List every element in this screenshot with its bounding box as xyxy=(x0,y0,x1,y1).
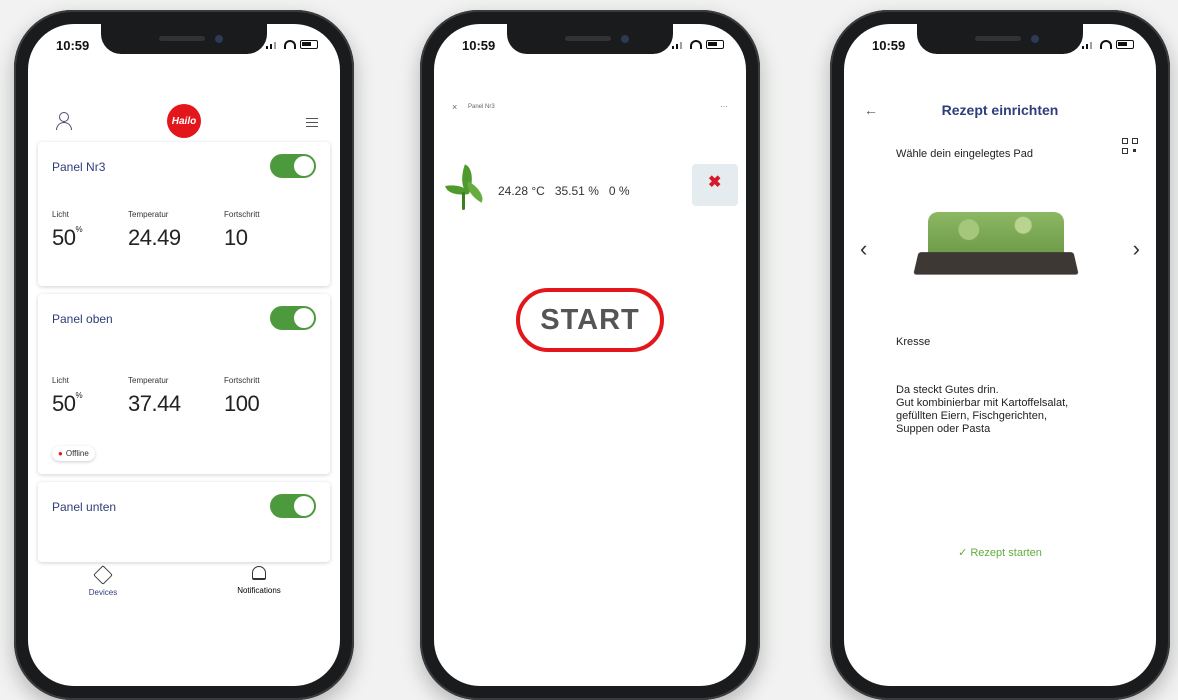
readouts: 24.28 °C 35.51 % 0 % xyxy=(498,174,630,198)
progress-readout: 0 % xyxy=(608,184,630,198)
user-icon[interactable] xyxy=(56,112,72,130)
status-bar: 10:59 xyxy=(28,38,340,58)
status-time: 10:59 xyxy=(56,38,90,53)
panel-card[interactable]: Panel Nr3 Licht 50% Temperatur 24.49 For… xyxy=(38,142,330,286)
start-recipe-button[interactable]: ✓ Rezept starten xyxy=(844,546,1156,559)
bell-icon xyxy=(252,566,266,580)
metric-progress: Fortschritt 10 xyxy=(224,210,260,250)
wifi-icon xyxy=(284,40,296,49)
metric-temperature: Temperatur 24.49 xyxy=(128,210,181,250)
status-time: 10:59 xyxy=(872,38,906,53)
status-time: 10:59 xyxy=(462,38,496,53)
panel-name: Panel Nr3 xyxy=(52,160,106,174)
metric-light: Licht 50% xyxy=(52,210,83,250)
panel-card[interactable]: Panel oben Licht 50% Temperatur 37.44 Fo… xyxy=(38,294,330,474)
panel-name: Panel unten xyxy=(52,500,117,514)
battery-icon xyxy=(300,40,318,49)
signal-icon xyxy=(672,41,686,49)
panel-toggle[interactable] xyxy=(270,306,316,330)
battery-icon xyxy=(1116,40,1134,49)
wifi-off-icon: ● xyxy=(58,449,63,458)
tab-devices[interactable]: Devices xyxy=(48,564,158,597)
battery-icon xyxy=(706,40,724,49)
tab-bar: Devices Notifications xyxy=(28,564,340,624)
plant-icon xyxy=(442,162,488,210)
prev-pad-button[interactable]: ‹ xyxy=(860,236,867,262)
signal-icon xyxy=(1082,41,1096,49)
panel-topbar: × Panel Nr3 ··· xyxy=(446,102,734,116)
screen: 10:59 × Panel Nr3 ··· 24.28 °C 35.51 % 0… xyxy=(434,24,746,686)
pad-prompt: Wähle dein eingelegtes Pad xyxy=(896,148,1033,160)
panel-title: Panel Nr3 xyxy=(468,104,495,110)
start-button[interactable]: START xyxy=(516,288,664,352)
more-icon[interactable]: ··· xyxy=(720,102,728,111)
screen: 10:59 Hailo Panel Nr3 Licht 50% Temperat… xyxy=(28,24,340,686)
signal-icon xyxy=(266,41,280,49)
phone-frame-panel: 10:59 × Panel Nr3 ··· 24.28 °C 35.51 % 0… xyxy=(420,10,760,700)
panel-name: Panel oben xyxy=(52,312,113,326)
pad-name: Kresse xyxy=(896,336,931,348)
metric-progress: Fortschritt 100 xyxy=(224,376,260,416)
phone-frame-recipe: 10:59 ← Rezept einrichten Wähle dein ein… xyxy=(830,10,1170,700)
phone-frame-devices: 10:59 Hailo Panel Nr3 Licht 50% Temperat… xyxy=(14,10,354,700)
close-icon[interactable]: × xyxy=(452,102,457,112)
metric-temperature: Temperatur 37.44 xyxy=(128,376,181,416)
wifi-icon xyxy=(690,40,702,49)
page-title: Rezept einrichten xyxy=(941,102,1059,118)
metric-light: Licht 50% xyxy=(52,376,83,416)
panel-toggle[interactable] xyxy=(270,494,316,518)
temperature-readout: 24.28 °C xyxy=(498,184,545,198)
qr-code-icon[interactable] xyxy=(1122,138,1138,154)
cube-icon xyxy=(93,565,113,585)
pad-description: Da steckt Gutes drin. Gut kombinierbar m… xyxy=(896,384,1069,435)
next-pad-button[interactable]: › xyxy=(1133,236,1140,262)
humidity-readout: 35.51 % xyxy=(554,184,599,198)
tab-notifications[interactable]: Notifications xyxy=(204,564,314,595)
wifi-icon xyxy=(1100,40,1112,49)
pad-image xyxy=(913,212,1079,282)
screen: 10:59 ← Rezept einrichten Wähle dein ein… xyxy=(844,24,1156,686)
panel-card[interactable]: Panel unten xyxy=(38,482,330,562)
offline-badge: ● Offline xyxy=(52,446,95,461)
panel-toggle[interactable] xyxy=(270,154,316,178)
hailo-logo: Hailo xyxy=(167,104,201,138)
delete-pad-button[interactable]: ✖ xyxy=(692,164,738,206)
app-header: Hailo xyxy=(28,96,340,140)
status-bar: 10:59 xyxy=(844,38,1156,58)
menu-icon[interactable] xyxy=(306,118,318,127)
x-icon: ✖ xyxy=(708,174,722,191)
status-bar: 10:59 xyxy=(434,38,746,58)
